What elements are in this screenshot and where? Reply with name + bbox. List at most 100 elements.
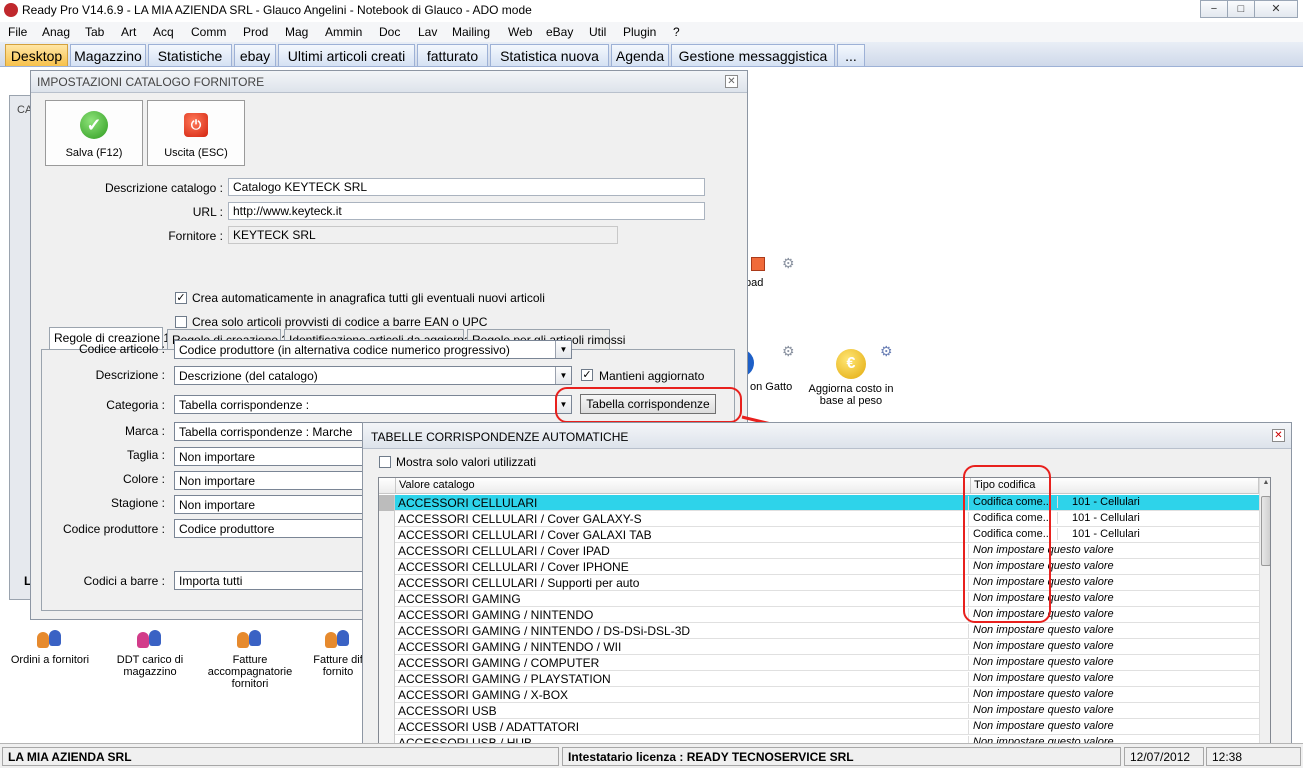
menu-plugin[interactable]: Plugin [623, 25, 656, 39]
cell-tipo-codifica[interactable]: Non impostare questo valore [971, 624, 1161, 636]
colore-select[interactable]: Non importare [174, 471, 374, 490]
cell-codice[interactable]: 101 - Cellulari [1057, 512, 1257, 524]
scroll-thumb[interactable] [1261, 496, 1270, 566]
exit-button[interactable]: ⏻ Uscita (ESC) [147, 100, 245, 166]
table-row[interactable]: ACCESSORI CELLULARI / Cover GALAXY-S Codi… [379, 511, 1259, 527]
tab-desktop[interactable]: Desktop [5, 44, 68, 66]
codici-barre-select[interactable]: Importa tutti [174, 571, 374, 590]
tab-agenda[interactable]: Agenda [611, 44, 669, 66]
menu-doc[interactable]: Doc [379, 25, 400, 39]
desktop-icon-ordini-fornitori[interactable]: Ordini a fornitori [8, 630, 92, 666]
column-valore-catalogo[interactable]: Valore catalogo [396, 478, 971, 494]
scroll-up-icon[interactable]: ▲ [1261, 479, 1270, 491]
tab-more[interactable]: ... [837, 44, 865, 66]
menu-mailing[interactable]: Mailing [452, 25, 490, 39]
menu-ebay[interactable]: eBay [546, 25, 573, 39]
desktop-icon-fatture-accompagnatorie[interactable]: Fatture accompagnatorie fornitori [201, 630, 299, 690]
descrizione-catalogo-field[interactable]: Catalogo KEYTECK SRL [228, 178, 705, 196]
menu-ammin[interactable]: Ammin [325, 25, 362, 39]
desktop-icon-fatture-differite[interactable]: Fatture dif fornito [308, 630, 368, 678]
table-row[interactable]: ACCESSORI GAMING / PLAYSTATION Non impost… [379, 671, 1259, 687]
table-row[interactable]: ACCESSORI GAMING Non impostare questo val… [379, 591, 1259, 607]
row-selector[interactable] [379, 671, 395, 687]
desktop-icon-gatto[interactable]: on Gatto [738, 349, 808, 393]
dialog-close-button[interactable]: ✕ [725, 75, 738, 88]
menu-mag[interactable]: Mag [285, 25, 308, 39]
tab-statistiche[interactable]: Statistiche [148, 44, 232, 66]
cell-codice[interactable]: 101 - Cellulari [1057, 496, 1257, 508]
row-selector[interactable] [379, 703, 395, 719]
vertical-scrollbar[interactable]: ▲ [1259, 478, 1270, 746]
table-row[interactable]: ACCESSORI GAMING / NINTENDO / WII Non imp… [379, 639, 1259, 655]
menu-comm[interactable]: Comm [191, 25, 226, 39]
menu-file[interactable]: File [8, 25, 27, 39]
row-selector[interactable] [379, 607, 395, 623]
cell-tipo-codifica[interactable]: Non impostare questo valore [971, 640, 1161, 652]
menu-help[interactable]: ? [673, 25, 680, 39]
row-selector[interactable] [379, 511, 395, 527]
tab-magazzino[interactable]: Magazzino [70, 44, 146, 66]
mantieni-aggiornato-checkbox[interactable]: ✓ [581, 369, 593, 381]
row-selector[interactable] [379, 543, 395, 559]
cell-tipo-codifica[interactable]: Non impostare questo valore [971, 720, 1161, 732]
menu-web[interactable]: Web [508, 25, 532, 39]
table-row[interactable]: ACCESSORI CELLULARI / Cover IPHONE Non im… [379, 559, 1259, 575]
maximize-button[interactable]: □ [1227, 0, 1255, 18]
tab-gestione-messaggistica[interactable]: Gestione messaggistica [671, 44, 835, 66]
table-row[interactable]: ACCESSORI GAMING / NINTENDO / DS-DSi-DSL… [379, 623, 1259, 639]
menu-tab[interactable]: Tab [85, 25, 104, 39]
status-company: LA MIA AZIENDA SRL [2, 747, 559, 766]
table-row[interactable]: ACCESSORI GAMING / COMPUTER Non impostare… [379, 655, 1259, 671]
table-dialog-close-button[interactable]: ✕ [1272, 429, 1285, 442]
menu-prod[interactable]: Prod [243, 25, 268, 39]
table-row[interactable]: ACCESSORI GAMING / X-BOX Non impostare qu… [379, 687, 1259, 703]
row-selector[interactable] [379, 527, 395, 543]
table-row[interactable]: ACCESSORI USB / ADATTATORI Non impostare … [379, 719, 1259, 735]
row-selector[interactable] [379, 639, 395, 655]
minimize-button[interactable]: − [1200, 0, 1228, 18]
row-selector[interactable] [379, 495, 395, 511]
row-selector[interactable] [379, 623, 395, 639]
taglia-select[interactable]: Non importare [174, 447, 374, 466]
cell-tipo-codifica[interactable]: Non impostare questo valore [971, 672, 1161, 684]
table-row[interactable]: ACCESSORI GAMING / NINTENDO Non impostare… [379, 607, 1259, 623]
categoria-select[interactable]: Tabella corrispondenze : ▼ [174, 395, 572, 414]
tab-statistica-nuova[interactable]: Statistica nuova [490, 44, 609, 66]
codice-produttore-select[interactable]: Codice produttore [174, 519, 374, 538]
menu-util[interactable]: Util [589, 25, 606, 39]
table-row[interactable]: ACCESSORI CELLULARI / Cover GALAXI TAB Co… [379, 527, 1259, 543]
only-ean-checkbox[interactable] [175, 316, 187, 328]
row-selector[interactable] [379, 655, 395, 671]
desktop-icon-pad[interactable]: pad [745, 257, 779, 289]
tab-ultimi-articoli[interactable]: Ultimi articoli creati [278, 44, 415, 66]
row-selector[interactable] [379, 687, 395, 703]
auto-create-checkbox[interactable]: ✓ [175, 292, 187, 304]
menu-anag[interactable]: Anag [42, 25, 70, 39]
stagione-select[interactable]: Non importare [174, 495, 374, 514]
marca-select[interactable]: Tabella corrispondenze : Marche [174, 422, 374, 441]
table-row[interactable]: ACCESSORI CELLULARI / Supporti per auto N… [379, 575, 1259, 591]
row-selector[interactable] [379, 719, 395, 735]
desktop-icon-ddt-carico[interactable]: DDT carico di magazzino [110, 630, 190, 678]
descrizione-select[interactable]: Descrizione (del catalogo) ▼ [174, 366, 572, 385]
close-button[interactable]: ✕ [1254, 0, 1298, 18]
table-row[interactable]: ACCESSORI USB Non impostare questo valore [379, 703, 1259, 719]
row-selector[interactable] [379, 591, 395, 607]
tab-ebay[interactable]: ebay [234, 44, 276, 66]
tab-fatturato[interactable]: fatturato [417, 44, 488, 66]
table-row[interactable]: ACCESSORI CELLULARI Codifica come... 101 -… [379, 495, 1259, 511]
menu-art[interactable]: Art [121, 25, 136, 39]
cell-tipo-codifica[interactable]: Non impostare questo valore [971, 688, 1161, 700]
save-button[interactable]: ✓ Salva (F12) [45, 100, 143, 166]
menu-lav[interactable]: Lav [418, 25, 437, 39]
url-field[interactable]: http://www.keyteck.it [228, 202, 705, 220]
cell-tipo-codifica[interactable]: Non impostare questo valore [971, 704, 1161, 716]
table-row[interactable]: ACCESSORI CELLULARI / Cover IPAD Non impo… [379, 543, 1259, 559]
menu-acq[interactable]: Acq [153, 25, 174, 39]
codice-articolo-select[interactable]: Codice produttore (in alternativa codice… [174, 340, 572, 359]
cell-tipo-codifica[interactable]: Non impostare questo valore [971, 656, 1161, 668]
row-selector[interactable] [379, 559, 395, 575]
show-used-checkbox[interactable] [379, 456, 391, 468]
cell-codice[interactable]: 101 - Cellulari [1057, 528, 1257, 540]
row-selector[interactable] [379, 575, 395, 591]
